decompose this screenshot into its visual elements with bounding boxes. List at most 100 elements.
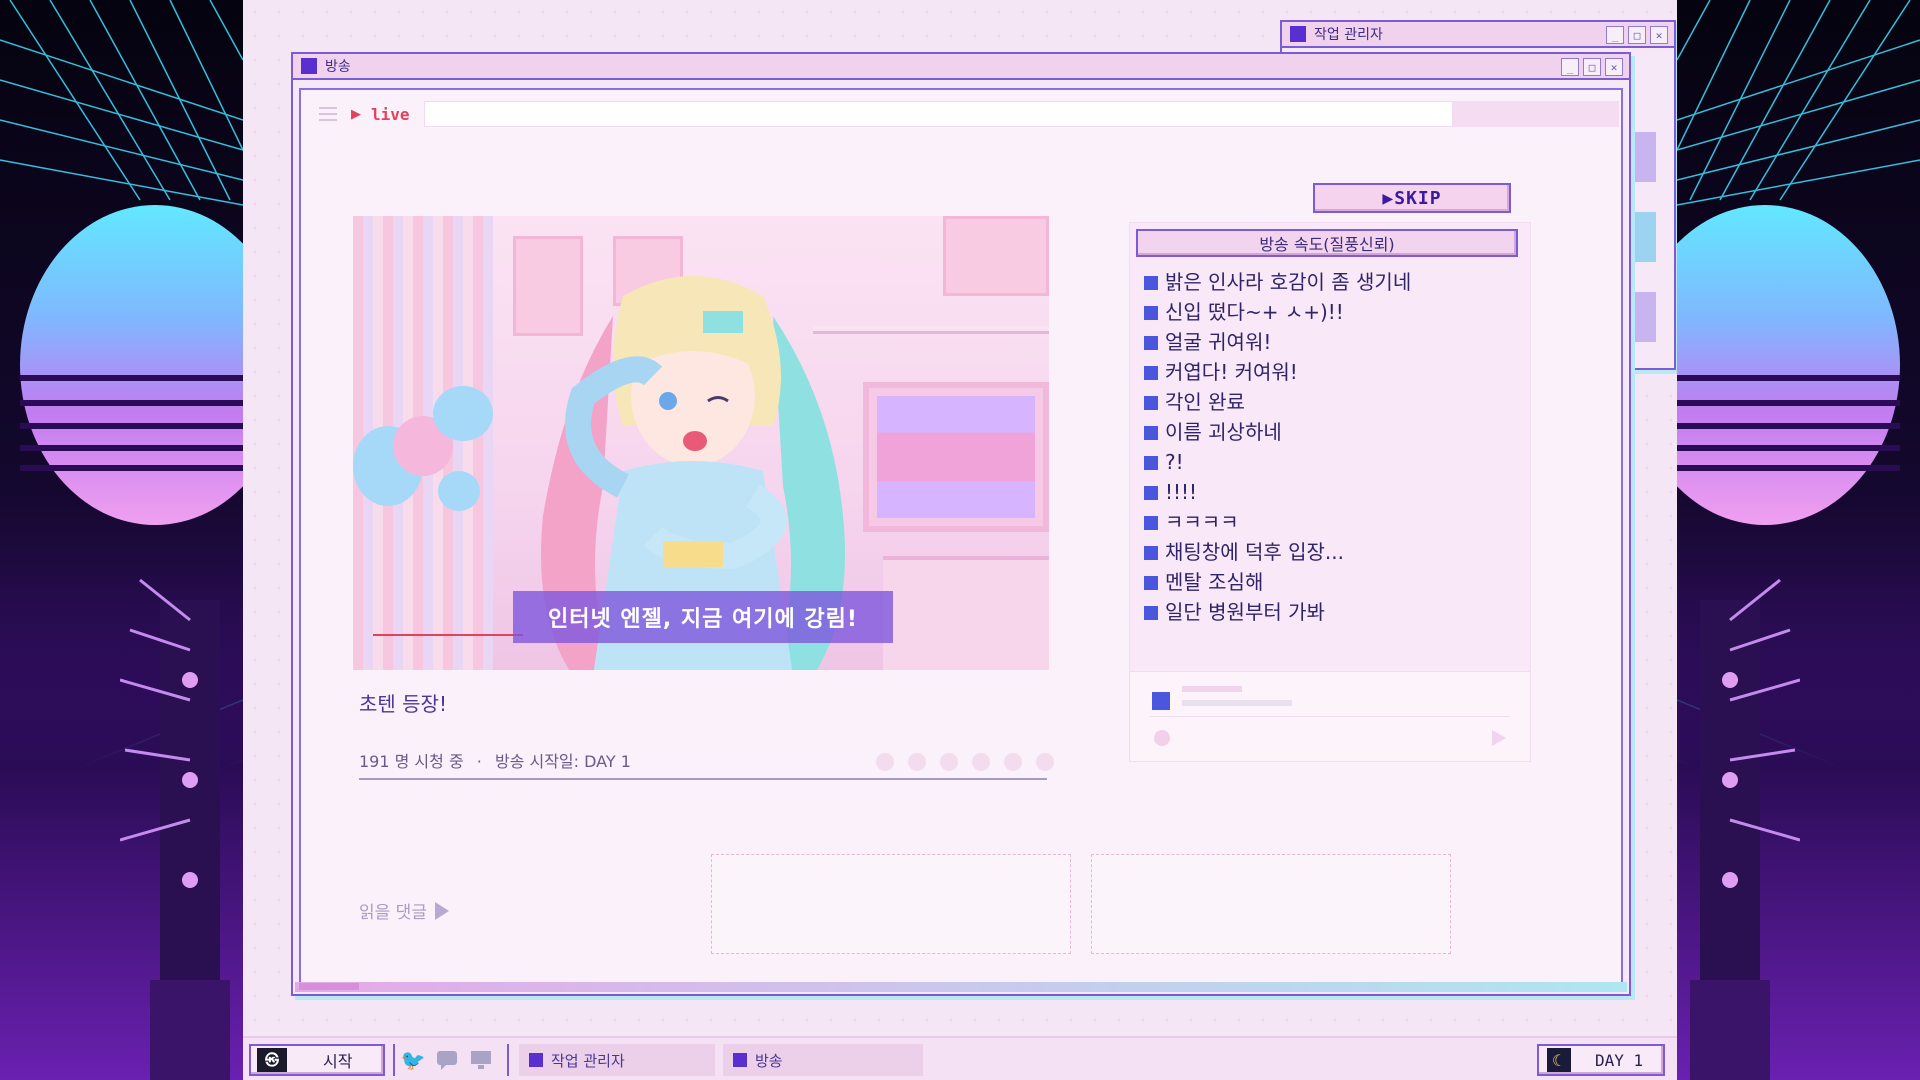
- broadcast-window[interactable]: 방송 _ □ ✕ ▶ live ▶SKIP 인터넷 엔젤, 지금 여기에 강림!…: [291, 52, 1631, 996]
- stream-title: 초텐 등장!: [359, 692, 447, 716]
- window-status-strip: [295, 982, 1627, 992]
- task-manager-bar: [1628, 212, 1656, 262]
- chat-message: ?!: [1144, 447, 1504, 477]
- chat-message: 얼굴 귀여워!: [1144, 327, 1504, 357]
- chat-list: 밝은 인사라 호감이 좀 생기네 신입 떴다~+ ㅅ+)!! 얼굴 귀여워! 커…: [1144, 267, 1504, 627]
- broadcast-title: 방송: [325, 59, 351, 75]
- day-label: DAY 1: [1595, 1050, 1644, 1070]
- placeholder-line: [1182, 686, 1242, 692]
- broadcast-speed-header[interactable]: 방송 속도(질풍신뢰): [1136, 229, 1518, 257]
- twitter-icon[interactable]: 🐦: [400, 1048, 426, 1072]
- divider: [359, 778, 1047, 780]
- chat-panel: 방송 속도(질풍신뢰) 밝은 인사라 호감이 좀 생기네 신입 떴다~+ ㅅ+)…: [1129, 222, 1531, 762]
- chat-message: 채팅창에 덕후 입장...: [1144, 537, 1504, 567]
- chat-input-area: [1130, 671, 1530, 761]
- task-manager-bar: [1628, 132, 1656, 182]
- chat-bullet-icon: [1144, 486, 1158, 500]
- play-icon: ▶: [351, 106, 361, 122]
- chat-message: 커엽다! 커여워!: [1144, 357, 1504, 387]
- chat-message: ㅋㅋㅋㅋ: [1144, 507, 1504, 537]
- divider: [1150, 716, 1510, 717]
- close-button[interactable]: ✕: [1650, 26, 1668, 44]
- send-icon[interactable]: [1492, 730, 1506, 746]
- wall-poster: [943, 216, 1049, 296]
- left-wallpaper-panel: [0, 0, 243, 1080]
- chat-bullet-icon: [1144, 546, 1158, 560]
- right-wallpaper-panel: [1677, 0, 1920, 1080]
- read-comments-label: 읽을 댓글: [359, 903, 427, 923]
- monitor-graphic: [863, 382, 1049, 532]
- window-icon: [733, 1053, 747, 1067]
- minimize-button[interactable]: _: [1561, 58, 1579, 76]
- reaction-dot: [940, 753, 958, 771]
- comment-slot[interactable]: [711, 854, 1071, 954]
- address-bar: ▶ live: [319, 100, 1619, 128]
- chat-message: 밝은 인사라 호감이 좀 생기네: [1144, 267, 1504, 297]
- chat-bubble-icon[interactable]: [434, 1048, 460, 1072]
- stream-video: 인터넷 엔젤, 지금 여기에 강림!: [353, 216, 1049, 670]
- emoji-icon[interactable]: [1154, 730, 1170, 746]
- reaction-dot: [908, 753, 926, 771]
- user-avatar-icon: [1152, 692, 1170, 710]
- task-manager-bar: [1628, 292, 1656, 342]
- skip-button[interactable]: ▶SKIP: [1313, 183, 1511, 213]
- monitor-icon[interactable]: [468, 1048, 494, 1072]
- viewer-count: 191 명 시청 중: [359, 752, 464, 771]
- window-icon: [301, 58, 317, 74]
- moon-icon: ☾: [1547, 1048, 1571, 1072]
- menu-icon[interactable]: [319, 107, 337, 121]
- reaction-dot: [1036, 753, 1054, 771]
- desktop: 작업 관리자 _ □ ✕ 방송 _ □ ✕ ▶ live ▶SKIP 인터넷 엔…: [243, 0, 1677, 1080]
- taskbar-task-manager[interactable]: 작업 관리자: [519, 1044, 715, 1076]
- play-icon: [434, 901, 449, 920]
- live-label: live: [371, 104, 410, 124]
- task-manager-title: 작업 관리자: [1314, 27, 1383, 43]
- stream-caption: 인터넷 엔젤, 지금 여기에 강림!: [513, 591, 893, 643]
- broadcast-content: ▶ live ▶SKIP 인터넷 엔젤, 지금 여기에 강림! 초텐 등장! 1…: [299, 88, 1623, 984]
- url-field[interactable]: [423, 101, 1453, 127]
- cable-machine-graphic: [120, 578, 230, 1080]
- chat-bullet-icon: [1144, 306, 1158, 320]
- window-icon: [529, 1053, 543, 1067]
- start-logo-icon: ㉿: [257, 1048, 287, 1072]
- window-icon: [1290, 26, 1306, 42]
- chat-bullet-icon: [1144, 276, 1158, 290]
- maximize-button[interactable]: □: [1628, 26, 1646, 44]
- chat-bullet-icon: [1144, 366, 1158, 380]
- stream-start-date: 방송 시작일: DAY 1: [494, 752, 631, 771]
- chat-message: 멘탈 조심해: [1144, 567, 1504, 597]
- taskbar-task-label: 작업 관리자: [551, 1051, 625, 1070]
- taskbar: ㉿ 시작 🐦 작업 관리자 방송 ☾ DAY 1: [243, 1036, 1677, 1080]
- reaction-dots: [876, 753, 1054, 771]
- comment-slot[interactable]: [1091, 854, 1451, 954]
- taskbar-separator: [507, 1044, 509, 1076]
- cable-machine-graphic: [1690, 578, 1800, 1080]
- taskbar-broadcast[interactable]: 방송: [723, 1044, 923, 1076]
- start-button[interactable]: ㉿ 시작: [249, 1044, 385, 1076]
- stream-meta: 191 명 시청 중 · 방송 시작일: DAY 1: [359, 748, 631, 772]
- maximize-button[interactable]: □: [1583, 58, 1601, 76]
- read-comments-button[interactable]: 읽을 댓글: [359, 898, 449, 923]
- chat-bullet-icon: [1144, 396, 1158, 410]
- minimize-button[interactable]: _: [1606, 26, 1624, 44]
- chat-bullet-icon: [1144, 576, 1158, 590]
- placeholder-line: [1182, 700, 1292, 706]
- taskbar-separator: [393, 1044, 395, 1076]
- meta-separator: ·: [476, 752, 482, 771]
- start-label: 시작: [323, 1052, 353, 1071]
- address-bar-end: [1453, 101, 1619, 127]
- broadcast-titlebar[interactable]: 방송 _ □ ✕: [293, 54, 1629, 80]
- chat-bullet-icon: [1144, 606, 1158, 620]
- chat-message: 각인 완료: [1144, 387, 1504, 417]
- chat-bullet-icon: [1144, 456, 1158, 470]
- chat-message: 신입 떴다~+ ㅅ+)!!: [1144, 297, 1504, 327]
- progress-line: [373, 634, 523, 636]
- reaction-dot: [876, 753, 894, 771]
- status-pill: [299, 983, 359, 990]
- task-manager-titlebar[interactable]: 작업 관리자 _ □ ✕: [1282, 22, 1674, 48]
- heart-balloon-graphic: [438, 471, 480, 511]
- chat-bullet-icon: [1144, 516, 1158, 530]
- day-indicator: ☾ DAY 1: [1537, 1044, 1665, 1076]
- chat-bullet-icon: [1144, 426, 1158, 440]
- close-button[interactable]: ✕: [1605, 58, 1623, 76]
